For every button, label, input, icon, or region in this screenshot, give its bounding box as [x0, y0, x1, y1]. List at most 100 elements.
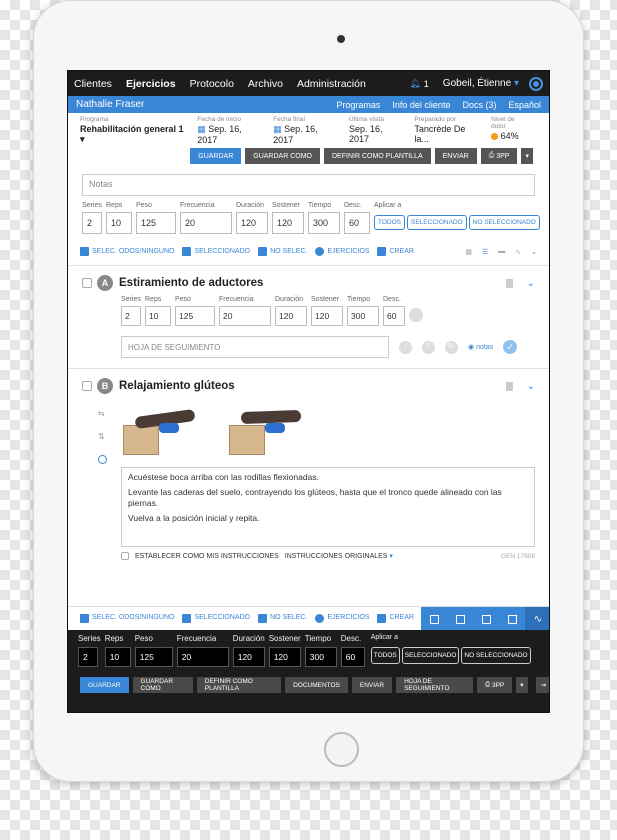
nav-ejercicios[interactable]: Ejercicios [126, 78, 176, 90]
send-button[interactable]: Enviar [351, 677, 393, 693]
trash-icon[interactable] [505, 381, 513, 391]
time-input[interactable]: 300 [347, 306, 379, 326]
link-info-cliente[interactable]: Info del cliente [392, 100, 450, 110]
selected-filter[interactable]: Seleccionado [182, 247, 250, 256]
series-input[interactable]: 2 [78, 647, 98, 667]
left-circle[interactable]: I [399, 340, 412, 354]
bilateral-circle[interactable]: BL [445, 340, 458, 354]
create-button[interactable]: Crear [377, 247, 414, 256]
reorder-icon[interactable]: ⇅ [98, 432, 107, 441]
frequency-input[interactable]: 20 [219, 306, 271, 326]
series-input[interactable]: 2 [121, 306, 141, 326]
weight-input[interactable]: 125 [134, 647, 173, 667]
save-as-button[interactable]: Guardar como [245, 148, 320, 164]
exercise-checkbox[interactable] [82, 278, 92, 288]
hold-input[interactable]: 120 [311, 306, 343, 326]
compact-view-icon[interactable]: ▬ [498, 248, 505, 255]
set-template-button[interactable]: Definir como plantilla [196, 677, 282, 693]
set-mine-checkbox[interactable] [121, 552, 129, 560]
nav-protocolo[interactable]: Protocolo [190, 78, 234, 90]
wave-icon[interactable]: ∿ [525, 607, 549, 631]
apply-unselected-button[interactable]: No seleccionado [461, 647, 531, 664]
end-date[interactable]: ▦ Sep. 16, 2017 [273, 124, 337, 145]
gear-icon[interactable] [529, 76, 543, 91]
dots-view-icon[interactable] [429, 614, 439, 624]
notifications[interactable]: 🔔︎ 1 [409, 78, 428, 89]
tracking-sheet-field[interactable]: Hoja de seguimiento [121, 336, 389, 358]
print-dropdown[interactable]: ▾ [521, 148, 533, 164]
program-select[interactable]: Rehabilitación general 1 ▾ [80, 124, 185, 145]
right-circle[interactable]: D [422, 340, 435, 354]
home-icon[interactable] [409, 308, 423, 322]
save-as-button[interactable]: Guardar como [132, 677, 193, 693]
rest-input[interactable]: 60 [344, 212, 370, 234]
exercise-photo-start[interactable] [121, 405, 207, 457]
apply-all-button[interactable]: Todos [374, 215, 405, 230]
time-input[interactable]: 300 [304, 647, 337, 667]
start-date[interactable]: ▦ Sep. 16, 2017 [197, 124, 261, 145]
save-button[interactable]: Guardar [80, 677, 129, 693]
wave-icon[interactable]: ∿ [515, 248, 521, 256]
reps-input[interactable]: 10 [106, 212, 132, 234]
print-dropdown[interactable]: ▾ [516, 677, 528, 693]
compact-view-icon[interactable] [507, 614, 517, 624]
chevron-down-icon[interactable]: ⌄ [527, 381, 535, 392]
select-all-toggle[interactable]: Selec. odos/ninguno [80, 247, 174, 256]
reps-input[interactable]: 10 [145, 306, 171, 326]
check-icon[interactable]: ✓ [503, 340, 518, 354]
nav-administracion[interactable]: Administración [297, 78, 366, 90]
duration-input[interactable]: 120 [232, 647, 265, 667]
reps-input[interactable]: 10 [104, 647, 131, 667]
grid-view-icon[interactable] [455, 614, 465, 624]
apply-selected-button[interactable]: Seleccionado [407, 215, 467, 230]
notes-field[interactable]: Notas [82, 174, 535, 196]
logout-icon[interactable]: ⇥ [535, 677, 549, 693]
weight-input[interactable]: 125 [136, 212, 176, 234]
link-docs[interactable]: Docs (3) [462, 100, 496, 110]
create-button[interactable]: Crear [377, 614, 414, 623]
frequency-input[interactable]: 20 [180, 212, 232, 234]
apply-selected-button[interactable]: Seleccionado [401, 647, 460, 664]
home-button[interactable] [324, 732, 359, 767]
print-button[interactable]: ⎙ 3PP [476, 677, 513, 693]
rest-input[interactable]: 60 [340, 647, 365, 667]
chevron-down-icon[interactable]: ⌄ [531, 248, 537, 256]
exercises-button[interactable]: Ejercicios [315, 247, 369, 256]
grid-view-icon[interactable]: ▦ [465, 248, 472, 256]
user-menu[interactable]: Gobeil, Étienne ▾ [443, 78, 519, 89]
exercise-checkbox[interactable] [82, 381, 92, 391]
documents-button[interactable]: Documentos [285, 677, 348, 693]
list-view-icon[interactable] [481, 614, 491, 624]
hold-input[interactable]: 120 [268, 647, 301, 667]
duration-input[interactable]: 120 [275, 306, 307, 326]
nav-clientes[interactable]: Clientes [74, 78, 112, 90]
list-view-icon[interactable]: ☰ [482, 248, 488, 256]
weight-input[interactable]: 125 [175, 306, 215, 326]
swap-icon[interactable]: ⇆ [98, 409, 107, 418]
trash-icon[interactable] [505, 278, 513, 288]
frequency-input[interactable]: 20 [176, 647, 229, 667]
play-icon[interactable] [98, 455, 107, 464]
print-button[interactable]: ⎙ 3PP [480, 148, 518, 164]
save-button[interactable]: Guardar [190, 148, 242, 164]
rest-input[interactable]: 60 [383, 306, 405, 326]
exercise-instructions[interactable]: Acuéstese boca arriba con las rodillas f… [121, 467, 535, 547]
not-selected-filter[interactable]: No selec. [258, 247, 307, 256]
tracking-sheet-button[interactable]: Hoja de seguimiento [396, 677, 473, 693]
nav-archivo[interactable]: Archivo [248, 78, 283, 90]
duration-input[interactable]: 120 [236, 212, 268, 234]
language-select[interactable]: Español [508, 100, 541, 110]
original-instructions-select[interactable]: Instrucciones originales ▾ [285, 552, 393, 560]
chevron-down-icon[interactable]: ⌄ [527, 278, 535, 289]
send-button[interactable]: Enviar [434, 148, 477, 164]
set-template-button[interactable]: Definir como plantilla [324, 148, 431, 164]
hold-input[interactable]: 120 [272, 212, 304, 234]
apply-unselected-button[interactable]: No seleccionado [468, 215, 540, 230]
series-input[interactable]: 2 [82, 212, 102, 234]
notes-toggle[interactable]: ◉ notas [468, 343, 493, 351]
link-programas[interactable]: Programas [336, 100, 380, 110]
exercise-photo-end[interactable] [227, 405, 313, 457]
not-selected-filter[interactable]: No selec. [258, 614, 307, 623]
time-input[interactable]: 300 [308, 212, 340, 234]
selected-filter[interactable]: Seleccionado [182, 614, 250, 623]
